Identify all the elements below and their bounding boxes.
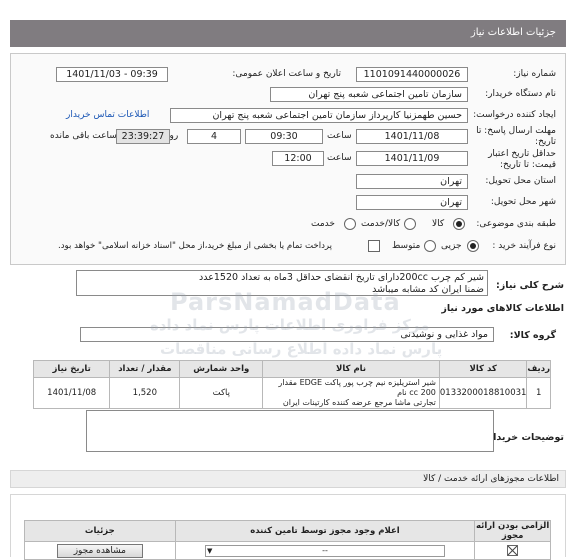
permits-table: الزامی بودن ارائه مجوز اعلام وجود مجوز ت… (24, 520, 551, 560)
page-header: جزئیات اطلاعات نیاز (10, 20, 566, 47)
remaining-time-field: 23:39:27 (116, 129, 170, 144)
table-row: 1 0133200018810031 شیر استریلیزه نیم چرب… (32, 377, 551, 409)
validity-time-label: ساعت (327, 153, 352, 163)
watermark-brand: ParsNamadData (170, 288, 401, 316)
summary-line-1: شیر کم چرب 200ccدارای تاریخ انقضای حداقل… (198, 272, 484, 283)
permit-select-value: -- (322, 545, 328, 555)
category-radio-goods-service[interactable] (404, 218, 416, 230)
buyer-notes-label: توضیحات خریدار: (483, 432, 564, 443)
cell-date: 1401/11/08 (32, 377, 111, 409)
buyer-org-label: نام دستگاه خریدار: (485, 89, 556, 99)
permits-section-bar: اطلاعات مجوزهای ارائه خدمت / کالا (10, 470, 566, 488)
creator-label: ایجاد کننده درخواست: (473, 110, 556, 120)
deadline-time-label: ساعت (327, 131, 352, 141)
category-radio-service[interactable] (344, 218, 356, 230)
col-required: الزامی بودن ارائه مجوز (474, 520, 551, 542)
col-quantity: مقدار / تعداد (109, 360, 181, 378)
goods-table-header: ردیف کد کالا نام کالا واحد شمارش مقدار /… (32, 360, 551, 378)
cell-code: 0133200018810031 (438, 377, 528, 409)
goods-table: ردیف کد کالا نام کالا واحد شمارش مقدار /… (32, 360, 551, 409)
cell-row: 1 (526, 377, 551, 409)
view-permit-button[interactable]: مشاهده مجوز (56, 543, 143, 558)
chevron-down-icon: ▼ (206, 546, 213, 555)
process-radio-medium[interactable] (424, 240, 436, 252)
cell-unit: پاکت (179, 377, 264, 409)
goods-section-title: اطلاعات کالاهای مورد نیاز (441, 303, 564, 314)
validity-time-field: 12:00 (272, 151, 324, 166)
permits-table-header: الزامی بودن ارائه مجوز اعلام وجود مجوز ت… (24, 520, 551, 542)
cell-name: شیر استریلیزه نیم چرب پور پاکت EDGE مقدا… (262, 377, 440, 409)
buyer-notes-box (86, 410, 494, 452)
category-option-goods: کالا (432, 219, 445, 229)
need-number-label: شماره نیاز: (513, 69, 556, 79)
deadline-date-field: 1401/11/08 (356, 129, 468, 144)
creator-field: حسین طهمزنیا کارپرداز سازمان تامین اجتما… (170, 108, 468, 123)
city-field: تهران (356, 195, 468, 210)
page-title: جزئیات اطلاعات نیاز (470, 27, 556, 38)
buyer-org-field: سازمان تامین اجتماعی شعبه پنج تهران (270, 87, 468, 102)
category-option-goods-service: کالا/خدمت (361, 219, 401, 229)
process-type-label: نوع فرآیند خرید : (492, 241, 556, 251)
remaining-time-label: ساعت باقی مانده (50, 131, 117, 141)
province-label: استان محل تحویل: (485, 176, 556, 186)
col-code: کد کالا (438, 360, 528, 378)
col-name: نام کالا (262, 360, 440, 378)
announce-date-field: 1401/11/03 - 09:39 (56, 67, 168, 82)
buyer-contact-link[interactable]: اطلاعات تماس خریدار (66, 110, 149, 120)
col-unit: واحد شمارش (179, 360, 264, 378)
process-option-medium: متوسط (392, 241, 421, 251)
required-checkbox[interactable] (507, 545, 519, 556)
category-option-service: خدمت (311, 219, 335, 229)
process-option-minor: جزیی (441, 241, 462, 251)
col-date: تاریخ نیاز (32, 360, 111, 378)
validity-label: حداقل تاریخ اعتبار قیمت: تا تاریخ: (488, 149, 556, 170)
summary-label: شرح کلی نیاز: (495, 280, 564, 291)
permits-section-title: اطلاعات مجوزهای ارائه خدمت / کالا (423, 474, 559, 484)
treasury-payment-checkbox[interactable] (368, 240, 380, 252)
validity-date-field: 1401/11/09 (356, 151, 468, 166)
cell-name-line-2: تجارتی ماشا مرجع عرضه کننده کارتینات ایر… (282, 398, 436, 407)
announce-date-label: تاریخ و ساعت اعلان عمومی: (232, 69, 341, 79)
need-number-field: 1101091440000026 (356, 67, 468, 82)
remaining-days-field: 4 (187, 129, 241, 144)
cell-quantity: 1,520 (109, 377, 181, 409)
treasury-payment-note: پرداخت تمام یا بخشی از مبلغ خرید،از محل … (58, 241, 333, 251)
col-supplier-permit: اعلام وجود مجوز توسط تامین کننده (174, 520, 476, 542)
category-radio-goods[interactable] (453, 218, 465, 230)
col-details: جزئیات (24, 520, 176, 542)
permit-select[interactable]: -- ▼ (204, 544, 445, 557)
col-row: ردیف (526, 360, 551, 378)
x-icon (507, 545, 518, 556)
city-label: شهر محل تحویل: (490, 197, 556, 207)
deadline-label: مهلت ارسال پاسخ: تا تاریخ: (476, 126, 556, 147)
goods-group-label: گروه کالا: (509, 330, 556, 341)
province-field: تهران (356, 174, 468, 189)
watermark-line-1: مرکز فراوری اطلاعات پارس نماد داده (150, 316, 430, 334)
cell-name-line-1: شیر استریلیزه نیم چرب پور پاکت EDGE مقدا… (278, 378, 436, 397)
watermark-line-2: پارس نماد داده اطلاع رسانی مناقصات (160, 340, 443, 358)
category-label: طبقه بندی موضوعی: (476, 219, 556, 229)
process-radio-minor[interactable] (467, 240, 479, 252)
deadline-time-field: 09:30 (245, 129, 323, 144)
